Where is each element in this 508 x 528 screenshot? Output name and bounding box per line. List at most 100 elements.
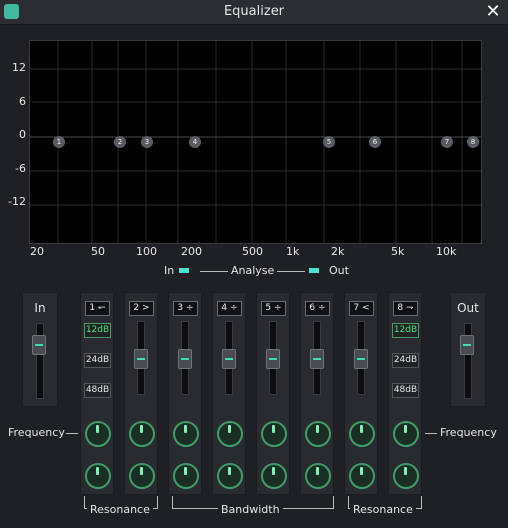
band-8-frequency-knob[interactable] [393,421,419,447]
x-tick-50: 50 [91,245,105,258]
band-1-number: 1 [89,303,96,313]
y-tick-0: 0 [19,128,26,141]
band-7-resonance-knob[interactable] [349,463,375,489]
band-4-type-button[interactable]: 4 ÷ [217,301,242,316]
y-tick-12: 12 [12,61,26,74]
band-6-filter-icon: ÷ [318,303,326,313]
band-5-type-button[interactable]: 5 ÷ [261,301,286,316]
x-tick-2k: 2k [331,245,345,258]
band-1-filter-icon: ↽ [98,303,106,313]
band-node-2[interactable]: 2 [114,136,126,148]
band-8-resonance-knob[interactable] [393,463,419,489]
band-3-filter-icon: ÷ [186,303,194,313]
band-node-1[interactable]: 1 [53,136,65,148]
band-8-slope-24db[interactable]: 24dB [392,353,419,368]
band-3-frequency-knob[interactable] [173,421,199,447]
band-8-slope-12db[interactable]: 12dB [392,323,419,338]
resonance-label-right: Resonance [350,503,416,516]
band-7-gain-slider[interactable] [354,349,368,369]
band-2-type-button[interactable]: 2 > [129,301,154,316]
analyse-label: Analyse [231,264,275,277]
band-node-8[interactable]: 8 [467,136,479,148]
close-icon[interactable]: ✕ [483,2,503,22]
y-tick-6: 6 [19,95,26,108]
band-node-6[interactable]: 6 [369,136,381,148]
band-2-filter-icon: > [142,303,150,313]
band-6-gain-slider[interactable] [310,349,324,369]
band-2-frequency-knob[interactable] [129,421,155,447]
band-8-number: 8 [397,303,404,313]
band-7-frequency-knob[interactable] [349,421,375,447]
x-tick-100: 100 [136,245,157,258]
analyse-line-left [200,271,228,272]
band-5-bandwidth-knob[interactable] [261,463,287,489]
band-1-frequency-knob[interactable] [85,421,111,447]
band-3-bandwidth-knob[interactable] [173,463,199,489]
band-4-frequency-knob[interactable] [217,421,243,447]
frequency-label-right: Frequency [440,426,497,439]
band-strip-7: 7 < [344,292,378,495]
band-1-slope-24db[interactable]: 24dB [84,353,111,368]
analyse-out-toggle[interactable] [309,268,319,273]
resonance-label-left: Resonance [87,503,153,516]
title-bar: Equalizer ✕ [0,0,508,25]
band-2-gain-slider[interactable] [134,349,148,369]
output-gain-panel: Out [450,292,486,407]
frequency-line-right [425,433,437,434]
band-6-type-button[interactable]: 6 ÷ [305,301,330,316]
band-6-bandwidth-knob[interactable] [305,463,331,489]
input-gain-slider[interactable] [32,335,46,355]
band-6-frequency-knob[interactable] [305,421,331,447]
band-7-type-button[interactable]: 7 < [349,301,374,316]
band-5-frequency-knob[interactable] [261,421,287,447]
band-3-gain-slider[interactable] [178,349,192,369]
analyse-in-toggle[interactable] [179,268,189,273]
band-1-resonance-knob[interactable] [85,463,111,489]
analyse-in-label: In [164,264,175,277]
equalizer-window: Equalizer ✕ 1 2 3 4 5 6 7 8 12 6 0 -6 -1… [0,0,508,528]
y-tick-minus-6: -6 [15,162,26,175]
band-4-gain-slider[interactable] [222,349,236,369]
band-4-bandwidth-knob[interactable] [217,463,243,489]
band-node-4[interactable]: 4 [189,136,201,148]
band-8-filter-icon: ⇁ [406,303,414,313]
band-1-slope-48db[interactable]: 48dB [84,383,111,398]
band-7-number: 7 [353,303,360,313]
band-strip-5: 5 ÷ [256,292,290,495]
band-6-number: 6 [309,303,316,313]
x-tick-5k: 5k [391,245,405,258]
band-2-resonance-knob[interactable] [129,463,155,489]
bandwidth-label: Bandwidth [218,503,283,516]
band-2-number: 2 [133,303,140,313]
band-node-3[interactable]: 3 [141,136,153,148]
band-node-5[interactable]: 5 [323,136,335,148]
eq-graph[interactable]: 1 2 3 4 5 6 7 8 [29,40,482,244]
window-title: Equalizer [223,4,285,19]
band-strip-6: 6 ÷ [300,292,334,495]
band-strip-1: 1 ↽ 12dB 24dB 48dB [80,292,114,495]
band-4-number: 4 [221,303,228,313]
x-tick-20: 20 [30,245,44,258]
band-strip-8: 8 ⇁ 12dB 24dB 48dB [388,292,422,495]
band-5-gain-slider[interactable] [266,349,280,369]
band-3-number: 3 [177,303,184,313]
band-4-filter-icon: ÷ [230,303,238,313]
band-1-type-button[interactable]: 1 ↽ [85,301,110,316]
x-tick-10k: 10k [436,245,457,258]
x-tick-500: 500 [242,245,263,258]
band-5-number: 5 [265,303,272,313]
band-7-filter-icon: < [362,303,370,313]
analyse-row: In Analyse Out [0,264,508,278]
y-tick-minus-12: -12 [8,195,26,208]
band-node-7[interactable]: 7 [441,136,453,148]
band-3-type-button[interactable]: 3 ÷ [173,301,198,316]
input-gain-label: In [34,301,46,315]
band-8-type-button[interactable]: 8 ⇁ [393,301,418,316]
band-strip-2: 2 > [124,292,158,495]
output-gain-slider[interactable] [460,335,474,355]
band-5-filter-icon: ÷ [274,303,282,313]
frequency-line-left [66,433,78,434]
band-1-slope-12db[interactable]: 12dB [84,323,111,338]
band-8-slope-48db[interactable]: 48dB [392,383,419,398]
frequency-label-left: Frequency [8,426,65,439]
